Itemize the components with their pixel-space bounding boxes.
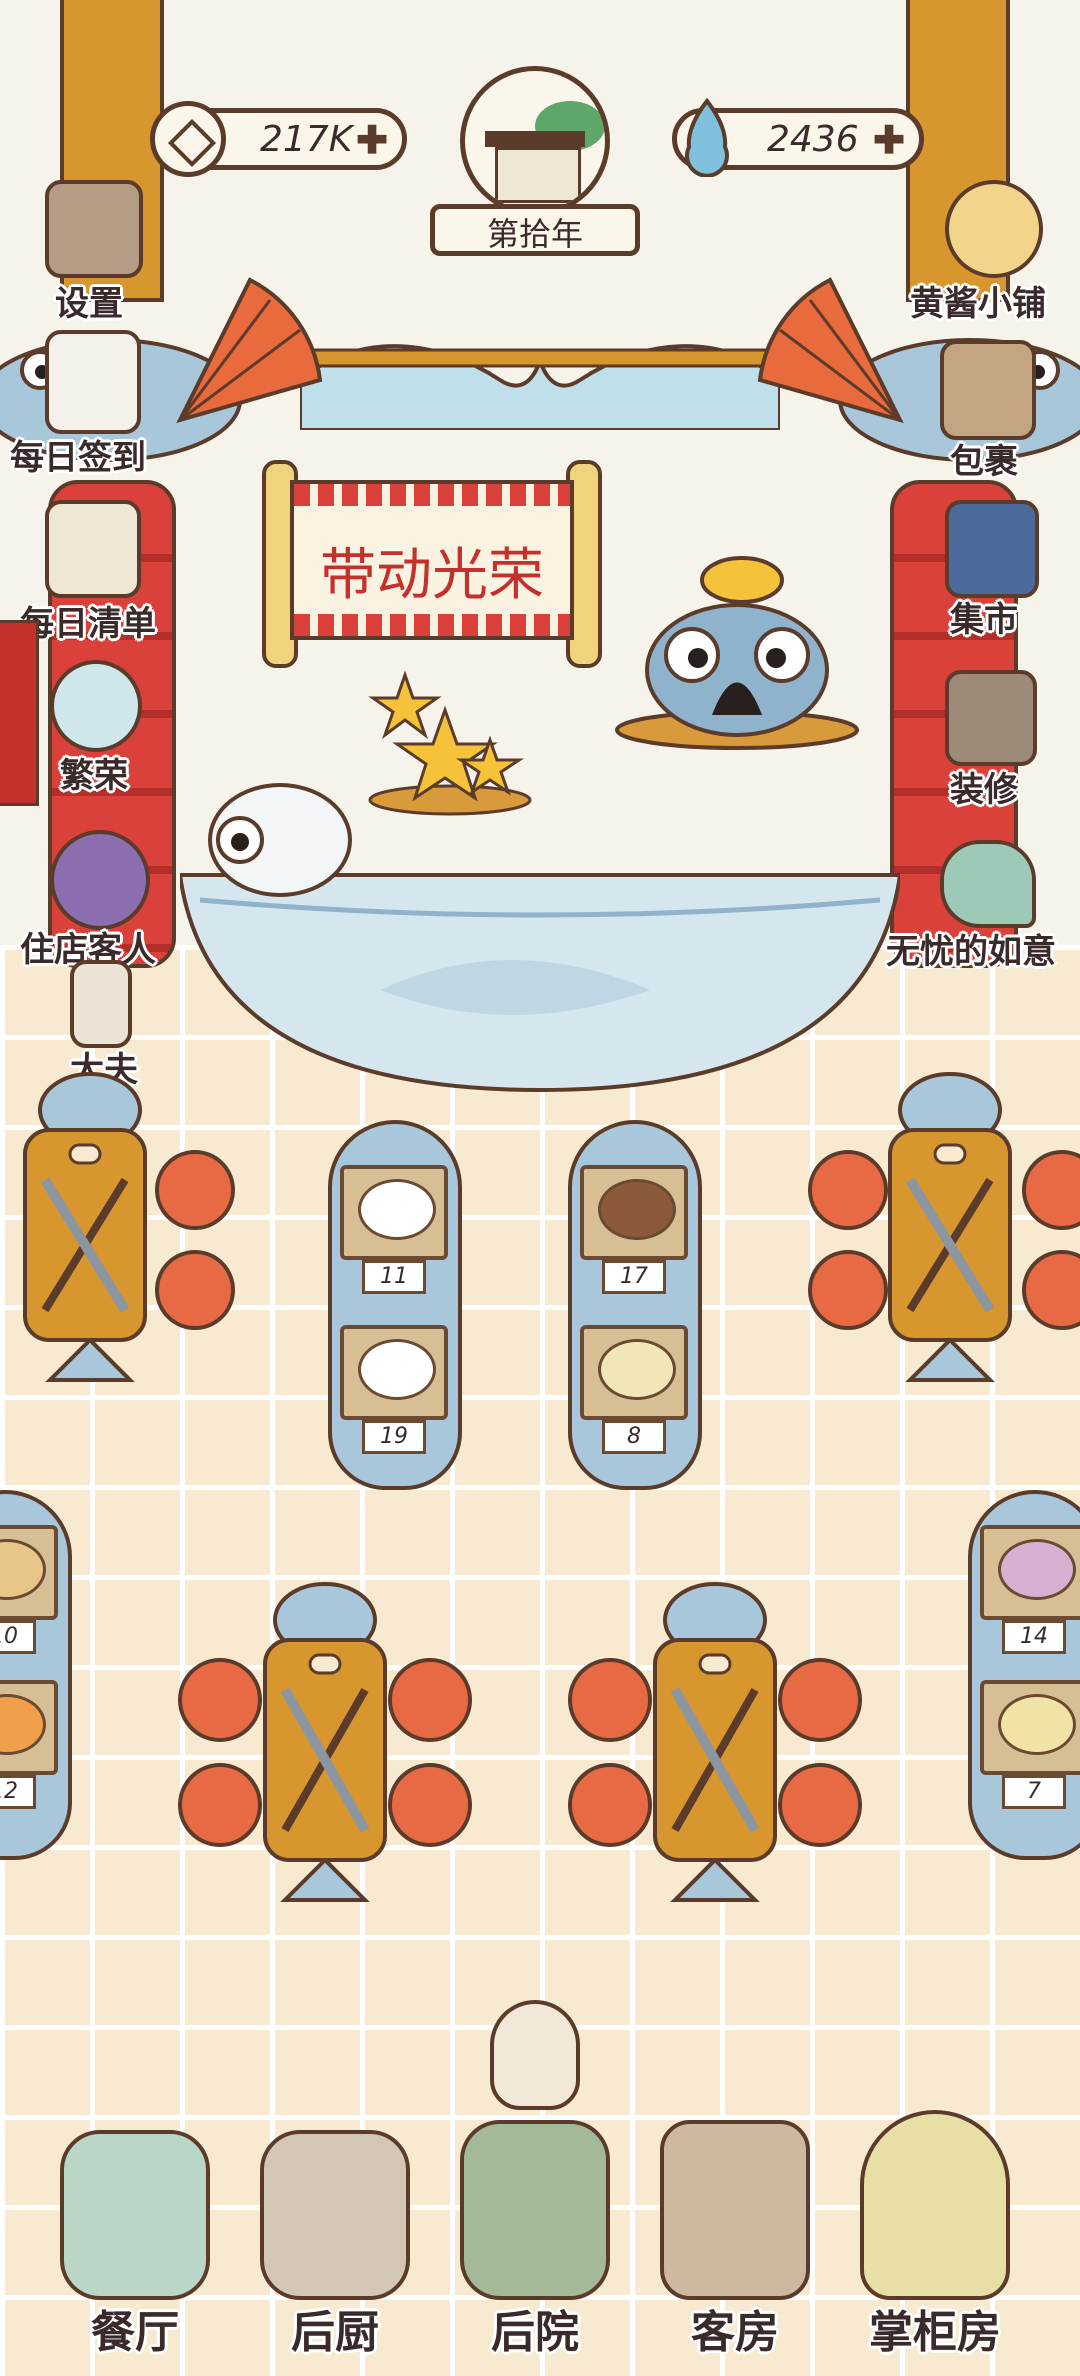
nav-restaurant-label: 餐厅	[91, 2307, 179, 2358]
market-button[interactable]: 集市	[920, 500, 1070, 640]
nav-manager-room-button[interactable]: 掌柜房	[840, 2090, 1030, 2370]
add-gems-icon[interactable]: ✚	[873, 121, 905, 159]
dish-slot[interactable]	[0, 1680, 58, 1775]
coin-value: 217K	[260, 118, 353, 160]
banner-scroll: 带动光荣	[262, 460, 602, 668]
empty-table[interactable]	[170, 1580, 480, 1920]
nav-kitchen-button[interactable]: 后厨	[240, 2090, 430, 2370]
dish-count: 17	[602, 1260, 666, 1294]
nav-backyard-label: 后院	[491, 2307, 579, 2358]
nav-restaurant-button[interactable]: 餐厅	[40, 2090, 230, 2370]
dish-slot[interactable]	[0, 1525, 58, 1620]
side-flag-decoration	[0, 620, 39, 806]
shop-button[interactable]: 黄酱小铺	[900, 180, 1080, 324]
market-icon	[945, 500, 1039, 598]
daily-list-button[interactable]: 每日清单	[10, 500, 190, 644]
daily-checkin-label: 每日签到	[10, 438, 146, 478]
backyard-icon	[460, 2120, 610, 2300]
prosperity-button[interactable]: 繁荣	[30, 660, 180, 800]
nav-manager-room-label: 掌柜房	[869, 2307, 1001, 2358]
kitchen-icon	[260, 2130, 410, 2300]
nav-kitchen-label: 后厨	[291, 2307, 379, 2358]
fish-table[interactable]: 17 8	[560, 1120, 710, 1540]
dish-count: 7	[1002, 1775, 1066, 1809]
dish-slot[interactable]	[340, 1325, 448, 1420]
nav-backyard-button[interactable]: 后院	[440, 2000, 630, 2370]
market-label: 集市	[950, 600, 1018, 640]
prosperity-icon	[50, 660, 142, 752]
fish-table[interactable]: 10 12	[0, 1490, 80, 1910]
fish-table[interactable]: 14 7	[960, 1490, 1080, 1910]
dish-count: 14	[1002, 1620, 1066, 1654]
dish-slot[interactable]	[580, 1165, 688, 1260]
dish-count: 11	[362, 1260, 426, 1294]
guestroom-icon	[660, 2120, 810, 2300]
gem-value: 2436	[767, 118, 859, 160]
dish-count: 10	[0, 1620, 36, 1654]
dish-slot[interactable]	[580, 1325, 688, 1420]
pavilion-icon	[460, 66, 610, 216]
empty-table[interactable]	[0, 1070, 240, 1410]
decorate-icon	[945, 670, 1037, 766]
decorate-label: 装修	[950, 770, 1018, 810]
gem-icon	[667, 97, 747, 178]
package-label: 包裹	[950, 442, 1018, 482]
empty-table[interactable]	[800, 1070, 1080, 1410]
ruyi-label: 无忧的如意	[886, 932, 1056, 972]
shop-label: 黄酱小铺	[910, 284, 1046, 324]
daily-list-label: 每日清单	[20, 604, 156, 644]
dish-count: 19	[362, 1420, 426, 1454]
guest-icon	[50, 830, 150, 930]
nav-guestroom-button[interactable]: 客房	[640, 2090, 830, 2370]
dish-count: 12	[0, 1775, 36, 1809]
daily-checkin-icon	[45, 330, 141, 434]
wave-arch-decoration	[300, 344, 780, 430]
ruyi-icon	[940, 840, 1036, 928]
daily-list-icon	[45, 500, 141, 598]
package-icon	[940, 340, 1036, 440]
nav-guestroom-label: 客房	[691, 2307, 779, 2358]
ruyi-button[interactable]: 无忧的如意	[880, 840, 1080, 980]
decorate-button[interactable]: 装修	[920, 670, 1070, 810]
fish-bowl[interactable]	[180, 760, 900, 1100]
dish-slot[interactable]	[340, 1165, 448, 1260]
settings-icon	[45, 180, 143, 278]
coin-counter[interactable]: 217K ✚	[150, 101, 407, 177]
shop-icon	[945, 180, 1043, 278]
manager-room-icon	[860, 2110, 1010, 2300]
restaurant-icon	[60, 2130, 210, 2300]
doctor-icon	[70, 960, 132, 1048]
prosperity-label: 繁荣	[60, 756, 128, 796]
mascot-decoration	[615, 556, 859, 750]
fish-table[interactable]: 11 19	[320, 1120, 470, 1540]
shopkeeper-avatar	[490, 2000, 580, 2110]
settings-label: 设置	[55, 284, 123, 324]
year-label: 第拾年	[430, 204, 640, 256]
gem-counter[interactable]: 2436 ✚	[672, 97, 924, 178]
year-badge[interactable]: 第拾年	[430, 66, 640, 256]
dish-count: 8	[602, 1420, 666, 1454]
settings-button[interactable]: 设置	[20, 180, 170, 324]
dish-slot[interactable]	[980, 1525, 1080, 1620]
coin-icon	[150, 101, 226, 177]
package-button[interactable]: 包裹	[920, 340, 1070, 482]
add-coins-icon[interactable]: ✚	[356, 121, 388, 159]
banner-text: 带动光荣	[320, 543, 544, 608]
daily-checkin-button[interactable]: 每日签到	[0, 330, 180, 480]
dish-slot[interactable]	[980, 1680, 1080, 1775]
empty-table[interactable]	[560, 1580, 870, 1920]
guests-button[interactable]: 住店客人	[10, 830, 210, 970]
